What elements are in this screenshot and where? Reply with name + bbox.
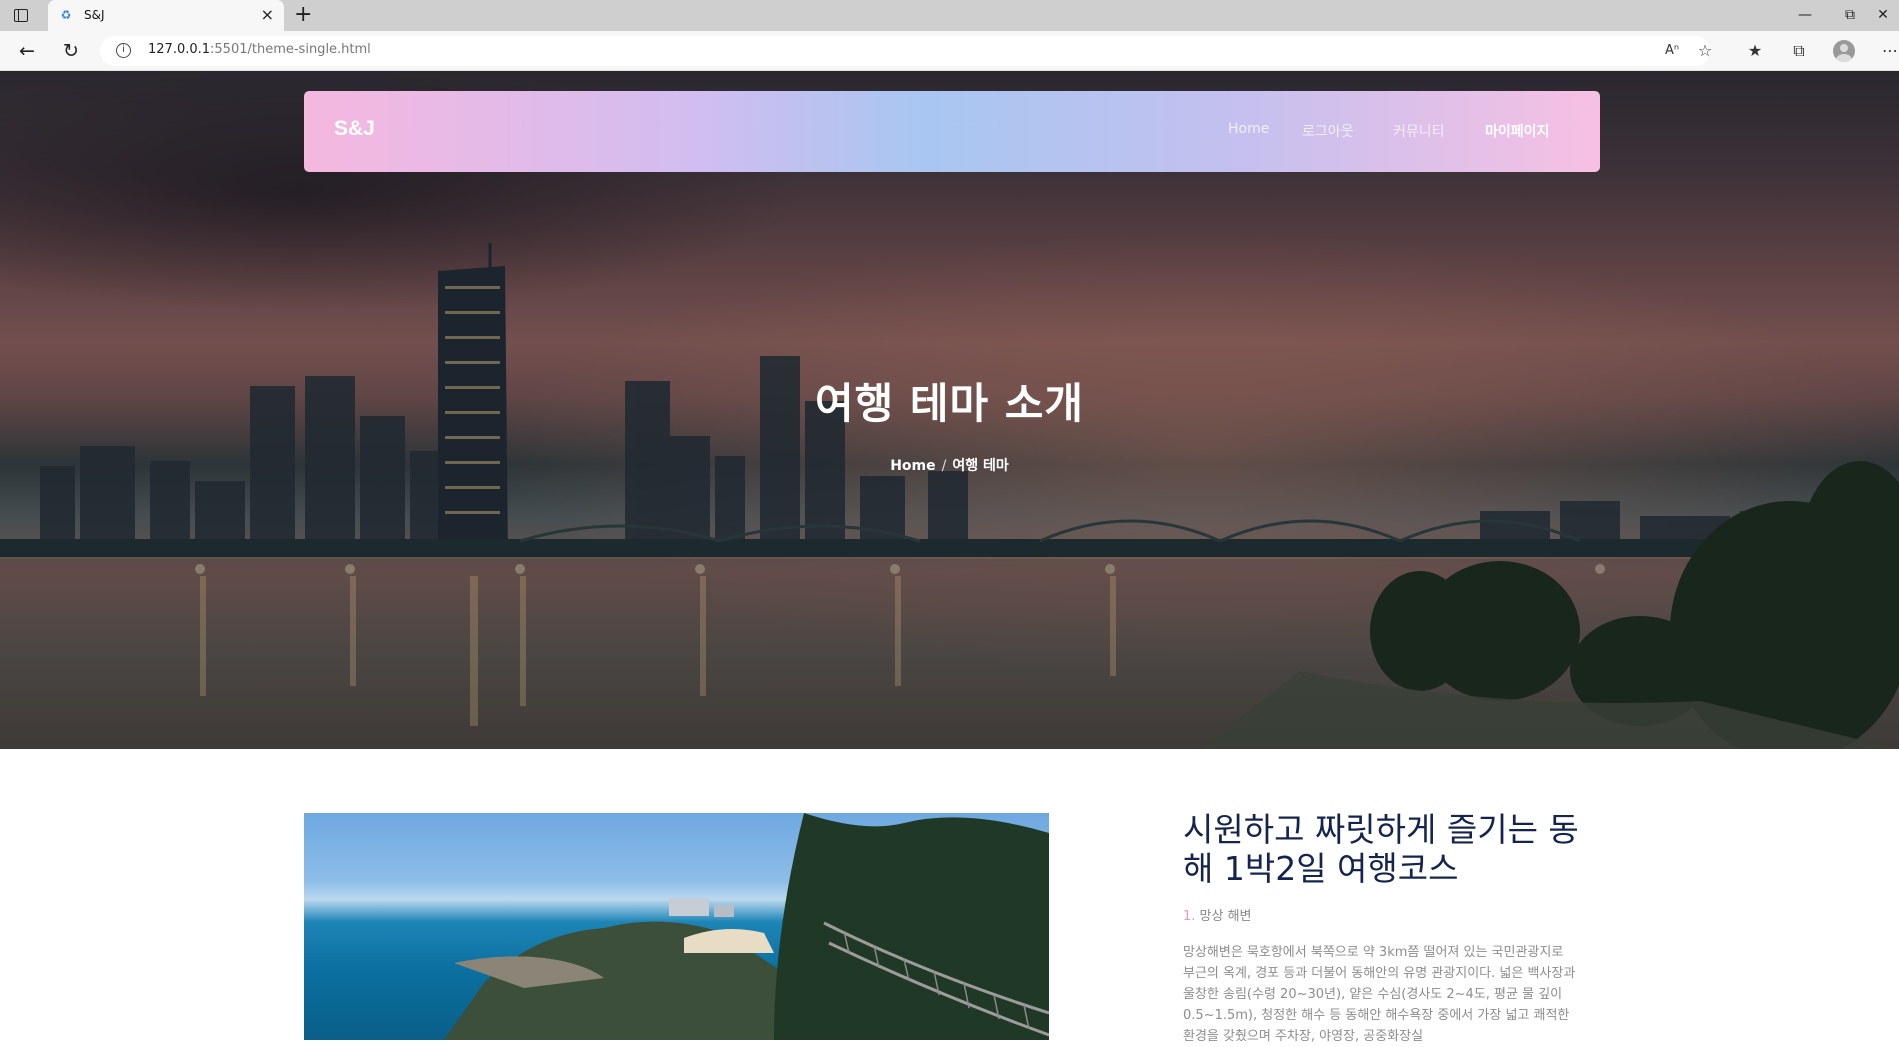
course-item-name: 망상 해변 bbox=[1199, 909, 1252, 924]
refresh-icon[interactable]: ↻ bbox=[58, 39, 84, 63]
breadcrumb-current: 여행 테마 bbox=[952, 458, 1009, 474]
nav-home[interactable]: Home bbox=[1228, 121, 1269, 137]
url-text[interactable]: 127.0.0.1:5501/theme-single.html bbox=[148, 42, 371, 57]
nav-community[interactable]: 커뮤니티 bbox=[1393, 121, 1445, 141]
browser-toolbar: ← ↻ i 127.0.0.1:5501/theme-single.html A… bbox=[0, 31, 1899, 71]
page-title: 여행 테마 소개 bbox=[814, 379, 1085, 428]
breadcrumb-separator: / bbox=[941, 458, 947, 474]
site-brand-logo[interactable]: S&J bbox=[334, 117, 375, 141]
tab-actions-icon[interactable] bbox=[14, 9, 28, 22]
minimize-icon[interactable]: — bbox=[1793, 5, 1817, 25]
course-item-number: 1. bbox=[1183, 909, 1196, 924]
tab-title: S&J bbox=[84, 8, 105, 22]
nav-logout[interactable]: 로그아웃 bbox=[1302, 121, 1354, 141]
collections-icon[interactable]: ⧉ bbox=[1786, 39, 1812, 63]
breadcrumb: Home / 여행 테마 bbox=[0, 455, 1899, 475]
breadcrumb-home[interactable]: Home bbox=[890, 458, 935, 474]
back-icon[interactable]: ← bbox=[14, 39, 40, 63]
course-item-heading: 1. 망상 해변 bbox=[1183, 905, 1252, 924]
close-tab-icon[interactable]: × bbox=[261, 6, 274, 24]
article-body: 망상해변은 묵호항에서 북쪽으로 약 3km쯤 떨어져 있는 국민관광지로 부근… bbox=[1183, 945, 1576, 1044]
more-options-icon[interactable]: ⋯ bbox=[1877, 39, 1899, 63]
info-icon[interactable]: i bbox=[116, 43, 131, 58]
read-aloud-icon[interactable]: Aⁿ bbox=[1659, 39, 1685, 63]
browser-tab-bar: ♻ S&J × + — ⧉ ✕ bbox=[0, 0, 1899, 31]
beach-photo bbox=[304, 813, 1049, 1040]
coastline-illustration bbox=[444, 813, 1049, 1040]
favorites-icon[interactable]: ★ bbox=[1742, 39, 1768, 63]
nav-mypage[interactable]: 마이페이지 bbox=[1485, 121, 1549, 141]
address-bar[interactable]: i 127.0.0.1:5501/theme-single.html Aⁿ ☆ bbox=[100, 36, 1712, 66]
browser-tab[interactable]: ♻ S&J × bbox=[48, 0, 284, 31]
profile-avatar-icon[interactable] bbox=[1833, 40, 1855, 62]
article-title: 시원하고 짜릿하게 즐기는 동해 1박2일 여행코스 bbox=[1183, 810, 1579, 888]
favicon-icon: ♻ bbox=[60, 8, 72, 22]
restore-icon[interactable]: ⧉ bbox=[1838, 5, 1862, 25]
new-tab-icon[interactable]: + bbox=[294, 4, 312, 26]
close-window-icon[interactable]: ✕ bbox=[1871, 5, 1895, 25]
add-favorite-icon[interactable]: ☆ bbox=[1692, 39, 1718, 63]
